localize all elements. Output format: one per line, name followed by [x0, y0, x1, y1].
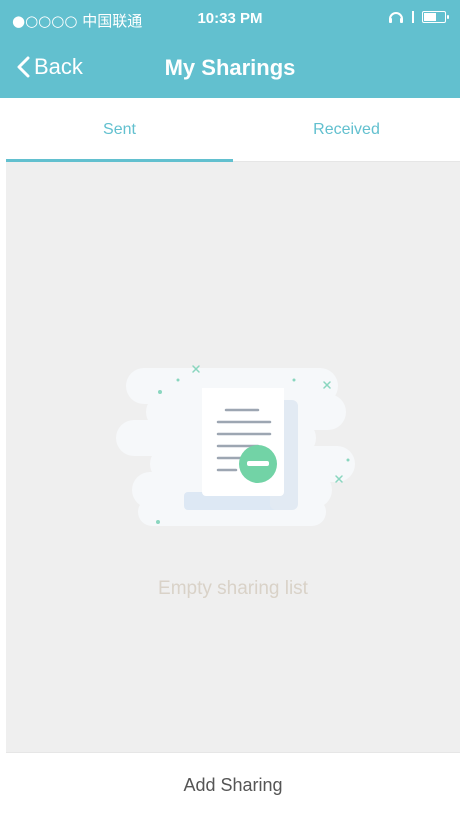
page-title: My Sharings — [164, 55, 296, 80]
top-bar: ●○○○○ 中国联通 10:33 PM Back My Sharings — [0, 0, 460, 98]
tab-sent[interactable]: Sent — [6, 98, 233, 162]
status-right — [388, 10, 449, 24]
document-minus-icon — [116, 365, 355, 526]
status-bar: ●○○○○ 中国联通 10:33 PM — [0, 0, 460, 38]
tab-received[interactable]: Received — [233, 98, 460, 161]
battery-icon — [422, 11, 449, 23]
empty-message: Empty sharing list — [158, 578, 308, 599]
bluetooth-icon — [412, 11, 414, 23]
navigation-bar: Back My Sharings — [0, 44, 460, 94]
sharing-list-area: Empty sharing list — [6, 162, 460, 752]
add-sharing-label: Add Sharing — [183, 774, 283, 795]
headphones-icon — [389, 12, 403, 23]
add-sharing-button[interactable]: Add Sharing — [6, 752, 460, 817]
tab-bar: Sent Received — [6, 98, 460, 162]
